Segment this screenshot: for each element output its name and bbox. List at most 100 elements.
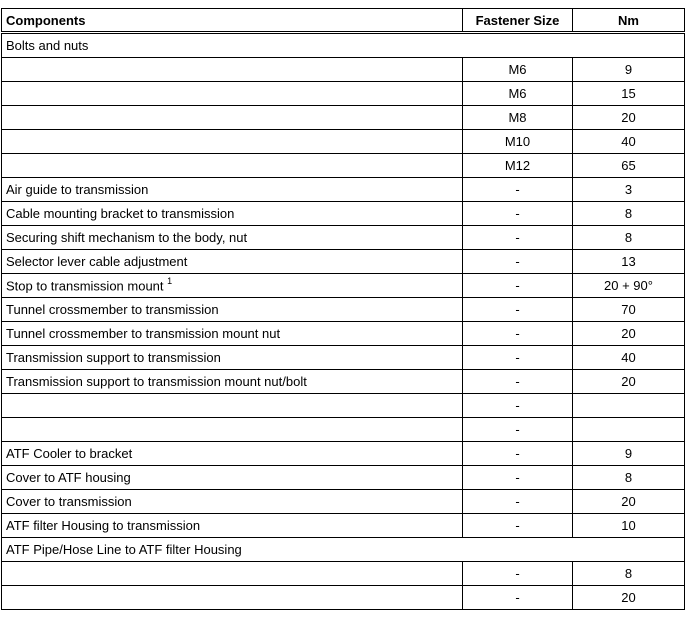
component-cell — [1, 81, 463, 106]
table-row: Air guide to transmission -3 — [1, 177, 685, 202]
component-cell — [1, 153, 463, 178]
component-name: Stop to transmission mount — [6, 278, 164, 294]
component-cell — [1, 105, 463, 130]
component-cell — [1, 57, 463, 82]
torque-nm-cell: 20 + 90° — [572, 273, 685, 298]
torque-nm-cell: 20 — [572, 369, 685, 394]
fastener-size-cell: - — [462, 345, 573, 370]
torque-nm-cell: 8 — [572, 465, 685, 490]
table-row: -20 — [1, 585, 685, 610]
table-row: - — [1, 417, 685, 442]
component-cell: Tunnel crossmember to transmission mount… — [1, 321, 463, 346]
header-fastener-size: Fastener Size — [462, 8, 573, 34]
fastener-size-cell: - — [462, 561, 573, 586]
table-row: Tunnel crossmember to transmission -70 — [1, 297, 685, 322]
fastener-size-cell: M8 — [462, 105, 573, 130]
section-label: ATF Pipe/Hose Line to ATF filter Housing — [1, 537, 685, 562]
fastener-size-cell: - — [462, 441, 573, 466]
table-row: M6 15 — [1, 81, 685, 106]
component-cell: ATF Cooler to bracket — [1, 441, 463, 466]
component-cell: Transmission support to transmission — [1, 345, 463, 370]
component-cell — [1, 561, 463, 586]
table-row: ATF filter Housing to transmission -10 — [1, 513, 685, 538]
torque-nm-cell: 8 — [572, 201, 685, 226]
component-name: Transmission support to transmission — [6, 350, 221, 365]
fastener-size-cell: - — [462, 201, 573, 226]
table-row: Cover to ATF housing -8 — [1, 465, 685, 490]
fastener-size-cell: - — [462, 297, 573, 322]
fastener-size-cell: - — [462, 249, 573, 274]
component-name: Selector lever cable adjustment — [6, 254, 188, 269]
torque-nm-cell — [572, 417, 685, 442]
table-row: M10 40 — [1, 129, 685, 154]
fastener-size-cell: - — [462, 369, 573, 394]
table-row: Cover to transmission -20 — [1, 489, 685, 514]
fastener-size-cell: M6 — [462, 81, 573, 106]
fastener-size-cell: - — [462, 321, 573, 346]
footnote-marker: 1 — [167, 276, 173, 287]
component-cell: Stop to transmission mount 1 — [1, 273, 463, 298]
component-cell: Cable mounting bracket to transmission — [1, 201, 463, 226]
component-name: Cable mounting bracket to transmission — [6, 206, 235, 221]
table-row: Tunnel crossmember to transmission mount… — [1, 321, 685, 346]
torque-nm-cell: 13 — [572, 249, 685, 274]
fastener-size-cell: - — [462, 513, 573, 538]
table-row: M12 65 — [1, 153, 685, 178]
table-row: M8 20 — [1, 105, 685, 130]
fastener-size-cell: - — [462, 273, 573, 298]
table-section-row: Bolts and nuts — [1, 32, 685, 58]
component-name: ATF filter Housing to transmission — [6, 518, 201, 533]
header-nm: Nm — [572, 8, 685, 34]
torque-nm-cell: 20 — [572, 585, 685, 610]
section-label: Bolts and nuts — [1, 32, 685, 58]
torque-nm-cell: 8 — [572, 561, 685, 586]
fastener-size-cell: - — [462, 393, 573, 418]
torque-table-container: Components Fastener Size Nm Bolts and nu… — [1, 8, 685, 610]
torque-nm-cell: 3 — [572, 177, 685, 202]
table-row: M6 9 — [1, 57, 685, 82]
fastener-size-cell: M12 — [462, 153, 573, 178]
fastener-size-cell: M6 — [462, 57, 573, 82]
table-section-row: ATF Pipe/Hose Line to ATF filter Housing — [1, 537, 685, 562]
torque-nm-cell: 20 — [572, 105, 685, 130]
fastener-size-cell: - — [462, 489, 573, 514]
table-row: Transmission support to transmission -40 — [1, 345, 685, 370]
table-body: Bolts and nuts M6 9 M6 15 M8 20 M10 40 M12 65 Air g… — [1, 32, 685, 610]
torque-nm-cell: 20 — [572, 321, 685, 346]
fastener-size-cell: - — [462, 585, 573, 610]
fastener-size-cell: - — [462, 417, 573, 442]
table-row: Cable mounting bracket to transmission -8 — [1, 201, 685, 226]
torque-nm-cell: 9 — [572, 57, 685, 82]
component-name: Cover to transmission — [6, 494, 132, 509]
fastener-size-cell: - — [462, 225, 573, 250]
table-row: Selector lever cable adjustment -13 — [1, 249, 685, 274]
component-cell — [1, 585, 463, 610]
header-components: Components — [1, 8, 463, 34]
torque-nm-cell: 9 — [572, 441, 685, 466]
component-name: Securing shift mechanism to the body, nu… — [6, 230, 248, 245]
component-name: Cover to ATF housing — [6, 470, 131, 485]
component-name: Tunnel crossmember to transmission — [6, 302, 219, 317]
table-row: Stop to transmission mount 1-20 + 90° — [1, 273, 685, 298]
fastener-size-cell: - — [462, 177, 573, 202]
fastener-size-cell: M10 — [462, 129, 573, 154]
fastener-size-cell: - — [462, 465, 573, 490]
torque-spec-table: Components Fastener Size Nm Bolts and nu… — [1, 8, 685, 610]
torque-nm-cell: 15 — [572, 81, 685, 106]
torque-nm-cell: 65 — [572, 153, 685, 178]
torque-nm-cell: 40 — [572, 345, 685, 370]
torque-nm-cell: 10 — [572, 513, 685, 538]
torque-nm-cell: 20 — [572, 489, 685, 514]
component-cell: Securing shift mechanism to the body, nu… — [1, 225, 463, 250]
component-name: Air guide to transmission — [6, 182, 149, 197]
component-name: ATF Cooler to bracket — [6, 446, 133, 461]
component-cell — [1, 393, 463, 418]
torque-nm-cell — [572, 393, 685, 418]
torque-nm-cell: 8 — [572, 225, 685, 250]
table-row: Transmission support to transmission mou… — [1, 369, 685, 394]
component-name: Tunnel crossmember to transmission mount… — [6, 326, 281, 341]
component-name: Transmission support to transmission mou… — [6, 374, 307, 389]
component-cell: Tunnel crossmember to transmission — [1, 297, 463, 322]
table-row: Securing shift mechanism to the body, nu… — [1, 225, 685, 250]
table-row: ATF Cooler to bracket -9 — [1, 441, 685, 466]
